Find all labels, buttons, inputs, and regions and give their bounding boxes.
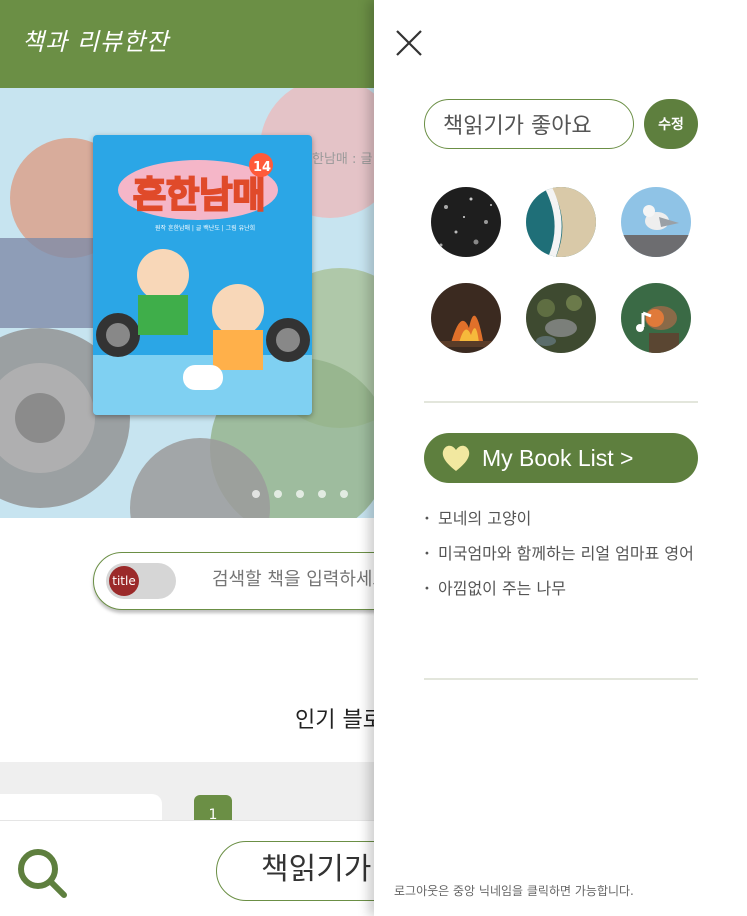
my-book-list: 모네의 고양이 미국엄마와 함께하는 리얼 엄마표 영어 아낌없이 주는 나무 [424,508,698,613]
carousel-dot[interactable] [252,490,260,498]
toggle-knob-label: title [109,566,139,596]
book-cover-image[interactable]: 흔한남매 14 원작 흔한남매 | 글 백난도 | 그림 유난희 [93,135,312,415]
my-book-list-button[interactable]: My Book List > [424,433,698,483]
nickname-field[interactable] [424,99,634,149]
carousel-dot[interactable] [274,490,282,498]
search-icon[interactable] [16,847,68,899]
divider [424,678,698,680]
banner-caption: 한남매 : 글 [312,152,373,167]
book-list-item[interactable]: 미국엄마와 함께하는 리얼 엄마표 영어 [424,543,698,564]
close-icon[interactable] [394,28,424,58]
theme-ocean-wave[interactable] [526,187,596,257]
site-logo[interactable]: 책과 리뷰한잔 [22,22,169,57]
theme-picker [431,187,691,353]
theme-forest-stream[interactable] [526,283,596,353]
my-book-list-label: My Book List > [482,444,634,471]
book-list-item[interactable]: 아낌없이 주는 나무 [424,578,698,599]
cover-volume: 14 [253,160,271,175]
theme-campfire[interactable] [431,283,501,353]
cover-title: 흔한남매 [133,175,265,216]
theme-seagull[interactable] [621,187,691,257]
theme-robin-bird[interactable] [621,283,691,353]
carousel-dot[interactable] [296,490,304,498]
side-drawer: 수정 [374,0,747,916]
book-list-item[interactable]: 모네의 고양이 [424,508,698,529]
heart-icon [442,445,470,471]
carousel-dots [252,490,348,498]
search-type-toggle[interactable]: title [106,563,176,599]
logout-note: 로그아웃은 중앙 닉네임을 클릭하면 가능합니다. [394,884,634,898]
carousel-dot[interactable] [340,490,348,498]
edit-nickname-button[interactable]: 수정 [644,99,698,149]
carousel-dot[interactable] [318,490,326,498]
cover-credit: 원작 흔한남매 | 글 백난도 | 그림 유난희 [155,224,255,232]
divider [424,401,698,403]
theme-dark-texture[interactable] [431,187,501,257]
